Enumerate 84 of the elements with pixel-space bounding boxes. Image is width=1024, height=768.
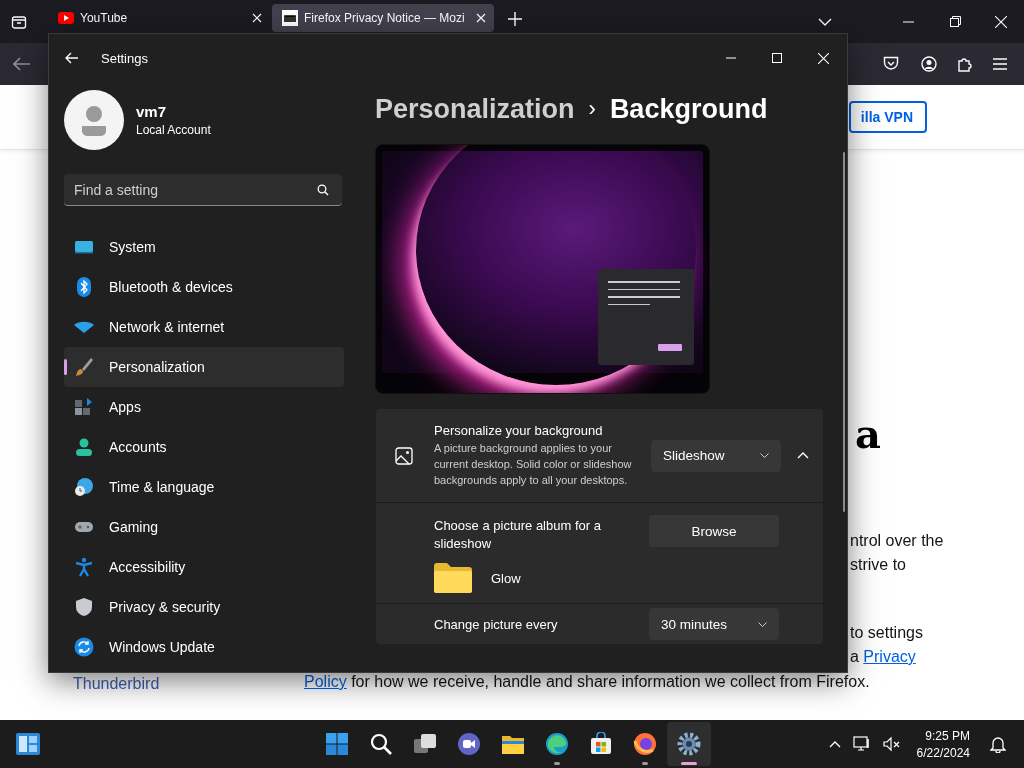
- folder-icon: [434, 563, 472, 593]
- chevron-up-icon[interactable]: [797, 452, 809, 459]
- breadcrumb-link[interactable]: Personalization: [375, 93, 575, 125]
- paragraph-text: to settings: [850, 624, 923, 642]
- nav-item[interactable]: Personalization: [64, 347, 344, 387]
- accessibility-icon: [74, 557, 94, 577]
- breadcrumb-separator: ›: [588, 96, 596, 122]
- brush-icon: [74, 357, 94, 377]
- swirl-logo-icon: [545, 732, 569, 756]
- muted-speaker-icon[interactable]: [882, 736, 901, 752]
- gear-icon: [677, 732, 701, 756]
- nav-item[interactable]: Gaming: [64, 507, 344, 547]
- shopping-bag-icon: [589, 732, 613, 756]
- settings-taskbar-button[interactable]: [667, 722, 711, 766]
- paragraph-text: Policy for how we receive, handle and share information we collect from Firefox.: [304, 673, 870, 691]
- tab-list-icon[interactable]: [11, 14, 27, 30]
- nav-item[interactable]: Windows Update: [64, 627, 344, 667]
- chevron-down-icon: [758, 621, 767, 627]
- clock-time[interactable]: 9:25 PM: [925, 728, 970, 743]
- nav-item[interactable]: Accessibility: [64, 547, 344, 587]
- sidebar-link[interactable]: Thunderbird: [73, 675, 160, 693]
- account-type: Local Account: [136, 123, 211, 137]
- notification-bell-icon[interactable]: [990, 735, 1006, 753]
- setting-label: Change picture every: [434, 616, 559, 634]
- chevron-down-icon: [760, 453, 769, 458]
- nav-item[interactable]: Time & language: [64, 467, 344, 507]
- close-icon[interactable]: [476, 13, 486, 23]
- time-icon: [74, 477, 94, 497]
- chevron-up-icon[interactable]: [828, 740, 841, 748]
- page-heading: a: [855, 410, 881, 457]
- policy-link[interactable]: Policy: [304, 673, 347, 690]
- new-tab-icon[interactable]: [508, 12, 522, 26]
- interval-dropdown[interactable]: 30 minutes: [649, 608, 779, 640]
- page-title: Background: [609, 93, 768, 125]
- puzzle-icon[interactable]: [957, 56, 973, 72]
- pocket-icon[interactable]: [883, 56, 899, 71]
- setting-description: A picture background applies to your current desktop. Solid color or slideshow backgrounds apply to all your desktops.: [434, 441, 633, 488]
- video-camera-icon: [457, 732, 481, 756]
- nav-item[interactable]: Privacy & security: [64, 587, 344, 627]
- setting-label: Choose a picture album for a slideshow: [434, 517, 602, 553]
- nav-item[interactable]: System: [64, 227, 344, 267]
- overlapping-windows-icon: [413, 732, 437, 756]
- windows-logo-icon: [325, 732, 349, 756]
- nav-item[interactable]: Bluetooth & devices: [64, 267, 344, 307]
- browser-tab[interactable]: YouTube: [48, 4, 270, 32]
- close-icon[interactable]: [818, 52, 829, 64]
- maximize-icon[interactable]: [772, 53, 782, 63]
- close-icon[interactable]: [995, 16, 1007, 28]
- avatar-icon: [64, 90, 124, 150]
- video-play-icon: [58, 12, 74, 24]
- browser-tab[interactable]: Firefox Privacy Notice — Mozi: [272, 4, 494, 32]
- browse-button[interactable]: Browse: [649, 515, 779, 547]
- nav-item[interactable]: Apps: [64, 387, 344, 427]
- window-title: Settings: [101, 50, 148, 66]
- paragraph-text: a Privacy: [850, 648, 916, 666]
- person-icon: [74, 437, 94, 457]
- paragraph-text: ntrol over the: [850, 532, 944, 550]
- network-icon[interactable]: [852, 736, 871, 752]
- widgets-icon[interactable]: [16, 733, 40, 755]
- update-icon: [74, 637, 94, 657]
- account-name: vm7: [136, 103, 168, 120]
- search-icon: [317, 184, 329, 196]
- nav-item[interactable]: Accounts: [64, 427, 344, 467]
- nav-item[interactable]: Network & internet: [64, 307, 344, 347]
- setting-title: Personalize your background: [434, 423, 604, 438]
- folder-name: Glow: [491, 570, 521, 586]
- shield-icon: [74, 597, 94, 617]
- restore-icon[interactable]: [950, 16, 961, 27]
- apps-icon: [74, 397, 94, 417]
- paragraph-text: strive to: [850, 556, 906, 574]
- search-field[interactable]: Find a setting: [64, 174, 342, 206]
- vpn-button[interactable]: illa VPN: [849, 101, 927, 133]
- menu-icon[interactable]: [993, 58, 1007, 70]
- chevron-down-icon[interactable]: [818, 18, 832, 26]
- account-icon[interactable]: [921, 56, 937, 72]
- background-type-dropdown[interactable]: Slideshow: [651, 439, 781, 472]
- search-icon: [369, 732, 393, 756]
- close-icon[interactable]: [252, 13, 262, 23]
- fox-globe-icon: [633, 732, 657, 756]
- privacy-link[interactable]: Privacy: [863, 648, 916, 665]
- clock-date[interactable]: 6/22/2024: [916, 745, 970, 760]
- scrollbar[interactable]: [843, 152, 845, 512]
- picture-icon: [395, 446, 413, 465]
- bluetooth-icon: [74, 277, 94, 297]
